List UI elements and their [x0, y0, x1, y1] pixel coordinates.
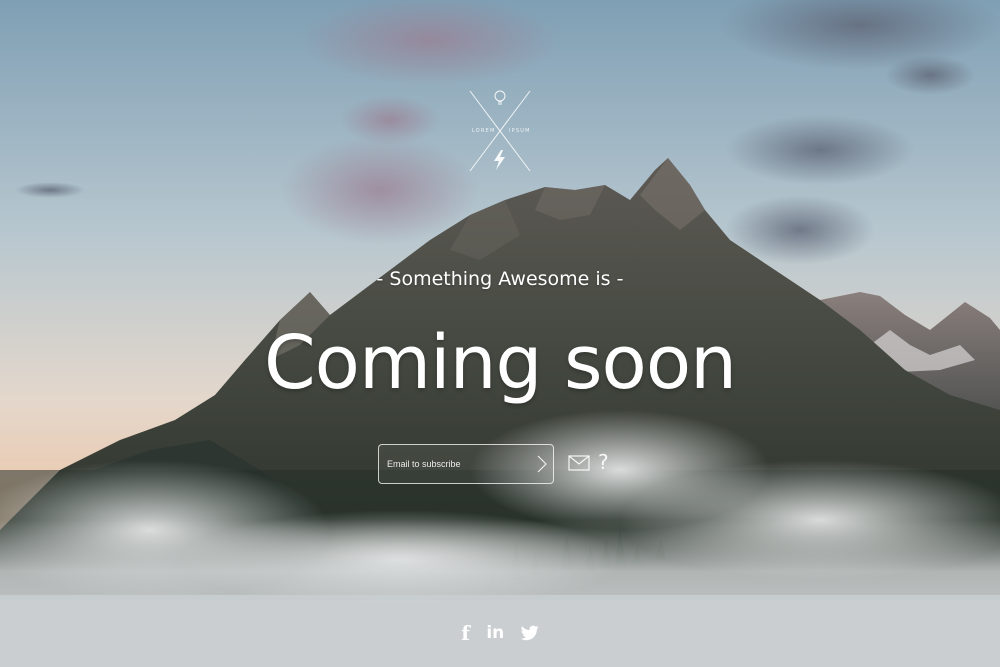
coming-soon-page: LOREM IPSUM - Something Awesome is - Com… [0, 0, 1000, 667]
linkedin-icon[interactable]: in [486, 623, 504, 643]
logo-text-right: IPSUM [509, 128, 531, 134]
question-icon[interactable]: ? [598, 450, 609, 474]
email-field[interactable] [379, 445, 529, 483]
tagline: - Something Awesome is - [376, 268, 624, 290]
social-links: f in [0, 621, 1000, 645]
page-title: Coming soon [264, 320, 737, 406]
envelope-icon[interactable] [568, 454, 590, 472]
facebook-icon[interactable]: f [461, 621, 470, 645]
twitter-icon[interactable] [520, 625, 539, 641]
subscribe-form [378, 444, 554, 484]
logo-text-left: LOREM [472, 128, 496, 134]
chevron-right-icon[interactable] [533, 454, 551, 474]
